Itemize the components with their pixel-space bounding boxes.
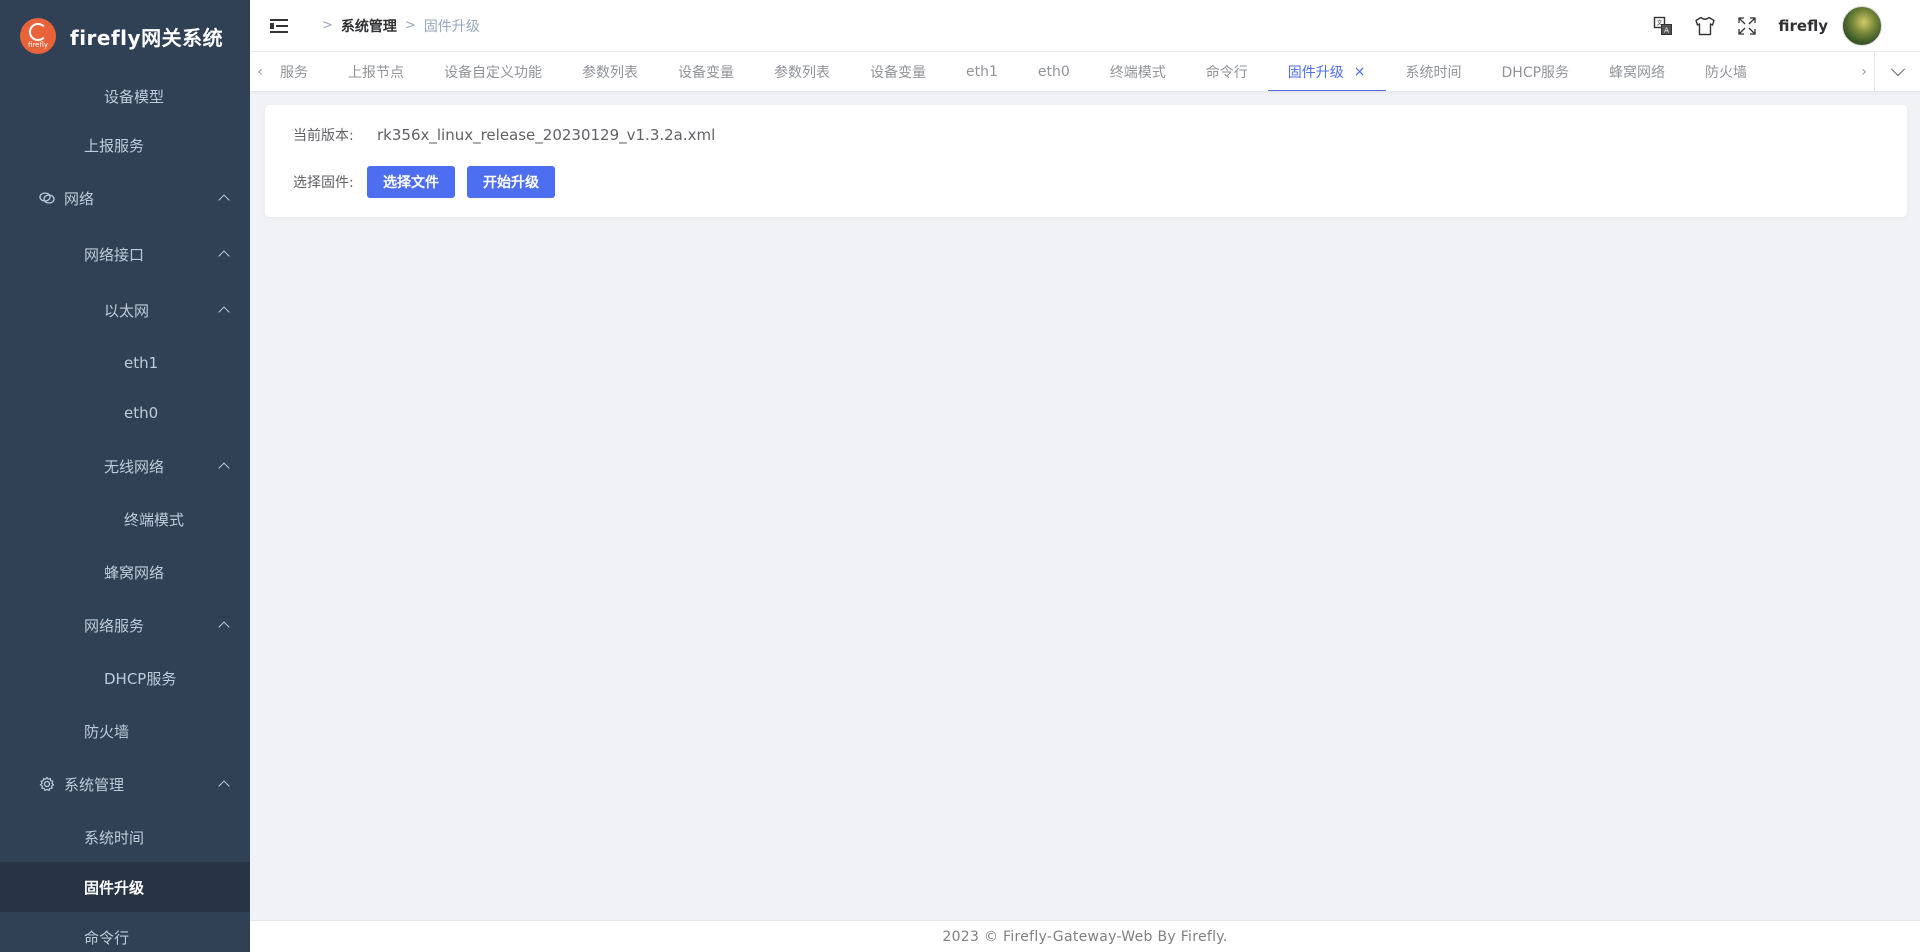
navbar-right: A文 firefly xyxy=(1652,0,1920,52)
tags-dropdown-button[interactable] xyxy=(1874,52,1920,91)
sidebar-item-cellular[interactable]: 蜂窝网络 xyxy=(0,544,250,600)
sidebar-item-label: 以太网 xyxy=(104,301,150,320)
tab-label: 固件升级 xyxy=(1287,65,1344,81)
breadcrumb: > 系统管理 > 固件升级 xyxy=(314,16,480,36)
translate-icon[interactable]: A文 xyxy=(1652,15,1674,37)
sidebar-item-network-interface[interactable]: 网络接口 xyxy=(0,226,250,282)
network-icon xyxy=(38,189,56,207)
current-version-label: 当前版本: xyxy=(293,128,354,144)
tags-scroll-left-icon[interactable]: ‹ xyxy=(250,52,270,91)
brand[interactable]: firefly firefly网关系统 xyxy=(0,0,250,72)
chevron-up-icon xyxy=(218,194,230,206)
firefly-logo-icon: firefly xyxy=(20,18,56,54)
sidebar-item-terminal-mode[interactable]: 终端模式 xyxy=(0,494,250,544)
tab-param-list-2[interactable]: 参数列表 xyxy=(754,52,850,91)
tab-report-node[interactable]: 上报节点 xyxy=(328,52,424,91)
sidebar-item-network-service[interactable]: 网络服务 xyxy=(0,600,250,650)
sidebar-item-eth1[interactable]: eth1 xyxy=(0,338,250,388)
username[interactable]: firefly xyxy=(1778,17,1828,35)
breadcrumb-item-system[interactable]: 系统管理 xyxy=(341,16,397,36)
tags-view: ‹ 服务 上报节点 设备自定义功能 参数列表 设备变量 参数列表 设备变量 et… xyxy=(250,52,1920,92)
tab-dhcp[interactable]: DHCP服务 xyxy=(1482,52,1590,91)
sidebar-item-report-service[interactable]: 上报服务 xyxy=(0,121,250,170)
sidebar-item-label: 蜂窝网络 xyxy=(104,563,165,582)
sidebar-item-eth0[interactable]: eth0 xyxy=(0,388,250,438)
brand-title: firefly网关系统 xyxy=(70,25,224,50)
footer-text: 2023 © Firefly-Gateway-Web By Firefly. xyxy=(942,928,1228,945)
chevron-up-icon xyxy=(218,621,230,633)
tab-system-time[interactable]: 系统时间 xyxy=(1386,52,1482,91)
tab-device-variable-2[interactable]: 设备变量 xyxy=(850,52,946,91)
breadcrumb-item-current: 固件升级 xyxy=(423,18,480,35)
gear-icon xyxy=(38,775,56,793)
sidebar-item-firewall[interactable]: 防火墙 xyxy=(0,706,250,756)
chevron-up-icon xyxy=(218,462,230,474)
sidebar-item-command-line[interactable]: 命令行 xyxy=(0,912,250,952)
svg-text:文: 文 xyxy=(1657,19,1663,27)
sidebar-item-system[interactable]: 系统管理 xyxy=(0,756,250,812)
sidebar-item-wireless[interactable]: 无线网络 xyxy=(0,438,250,494)
firmware-upgrade-card: 当前版本: rk356x_linux_release_20230129_v1.3… xyxy=(265,105,1907,217)
sidebar-item-label: 命令行 xyxy=(84,928,130,947)
choose-file-button[interactable]: 选择文件 xyxy=(367,166,455,198)
tab-firmware-upgrade[interactable]: 固件升级 × xyxy=(1267,52,1386,91)
tags-scroll: 服务 上报节点 设备自定义功能 参数列表 设备变量 参数列表 设备变量 eth1… xyxy=(270,52,1854,91)
sidebar-item-label: 固件升级 xyxy=(84,878,145,897)
sidebar-item-label: 网络 xyxy=(64,189,95,208)
chevron-up-icon xyxy=(218,250,230,262)
sidebar-item-label: 系统时间 xyxy=(84,828,145,847)
sidebar-item-label: 设备模型 xyxy=(104,88,165,106)
avatar[interactable] xyxy=(1842,6,1882,46)
sidebar-item-dhcp[interactable]: DHCP服务 xyxy=(0,650,250,706)
select-firmware-label: 选择固件: xyxy=(293,175,354,191)
sidebar-item-label: DHCP服务 xyxy=(104,669,177,688)
sidebar-item-label: eth0 xyxy=(124,404,159,422)
tab-cellular[interactable]: 蜂窝网络 xyxy=(1589,52,1685,91)
tab-terminal-mode[interactable]: 终端模式 xyxy=(1090,52,1186,91)
sidebar-item-label: 上报服务 xyxy=(84,137,145,155)
tab-service[interactable]: 服务 xyxy=(270,52,328,91)
tags-scroll-right-icon[interactable]: › xyxy=(1854,52,1874,91)
select-firmware-row: 选择固件: 选择文件 开始升级 xyxy=(293,166,567,198)
sidebar-item-device-model[interactable]: 设备模型 xyxy=(0,72,250,121)
tab-firewall[interactable]: 防火墙 xyxy=(1685,52,1767,91)
tab-command-line[interactable]: 命令行 xyxy=(1186,52,1268,91)
sidebar-item-label: eth1 xyxy=(124,354,159,372)
tab-param-list[interactable]: 参数列表 xyxy=(562,52,658,91)
fullscreen-icon[interactable] xyxy=(1736,15,1758,37)
tab-device-variable[interactable]: 设备变量 xyxy=(658,52,754,91)
sidebar-item-firmware-upgrade[interactable]: 固件升级 xyxy=(0,862,250,912)
main-area: > 系统管理 > 固件升级 A文 firefly ‹ 服务 上报节点 设备自定义… xyxy=(250,0,1920,952)
sidebar-item-label: 终端模式 xyxy=(124,510,185,529)
tab-eth0[interactable]: eth0 xyxy=(1018,52,1090,91)
sidebar-item-label: 防火墙 xyxy=(84,722,130,741)
sidebar-item-label: 网络服务 xyxy=(84,616,145,635)
start-upgrade-button[interactable]: 开始升级 xyxy=(467,166,555,198)
sidebar: firefly firefly网关系统 设备模型 上报服务 网络 网络接口 以太… xyxy=(0,0,250,952)
footer: 2023 © Firefly-Gateway-Web By Firefly. xyxy=(250,920,1920,952)
chevron-up-icon xyxy=(218,306,230,318)
sidebar-item-label: 系统管理 xyxy=(64,775,125,794)
tab-eth1[interactable]: eth1 xyxy=(946,52,1018,91)
current-version-value: rk356x_linux_release_20230129_v1.3.2a.xm… xyxy=(377,126,716,144)
close-icon[interactable]: × xyxy=(1354,64,1366,80)
sidebar-item-ethernet[interactable]: 以太网 xyxy=(0,282,250,338)
chevron-up-icon xyxy=(218,780,230,792)
chevron-right-icon: > xyxy=(322,18,333,33)
chevron-down-icon xyxy=(1890,61,1905,76)
sidebar-item-system-time[interactable]: 系统时间 xyxy=(0,812,250,862)
hamburger-icon[interactable] xyxy=(270,18,288,33)
navbar: > 系统管理 > 固件升级 A文 firefly xyxy=(250,0,1920,52)
svg-text:A: A xyxy=(1665,27,1670,35)
theme-shirt-icon[interactable] xyxy=(1694,15,1716,37)
sidebar-menu: 设备模型 上报服务 网络 网络接口 以太网 eth1 eth0 无线网络 终端模… xyxy=(0,72,250,952)
current-version-row: 当前版本: rk356x_linux_release_20230129_v1.3… xyxy=(293,125,715,145)
chevron-right-icon: > xyxy=(404,18,416,33)
sidebar-item-network[interactable]: 网络 xyxy=(0,170,250,226)
sidebar-item-label: 无线网络 xyxy=(104,457,165,476)
sidebar-item-label: 网络接口 xyxy=(84,245,145,264)
tab-device-custom-function[interactable]: 设备自定义功能 xyxy=(424,52,562,91)
